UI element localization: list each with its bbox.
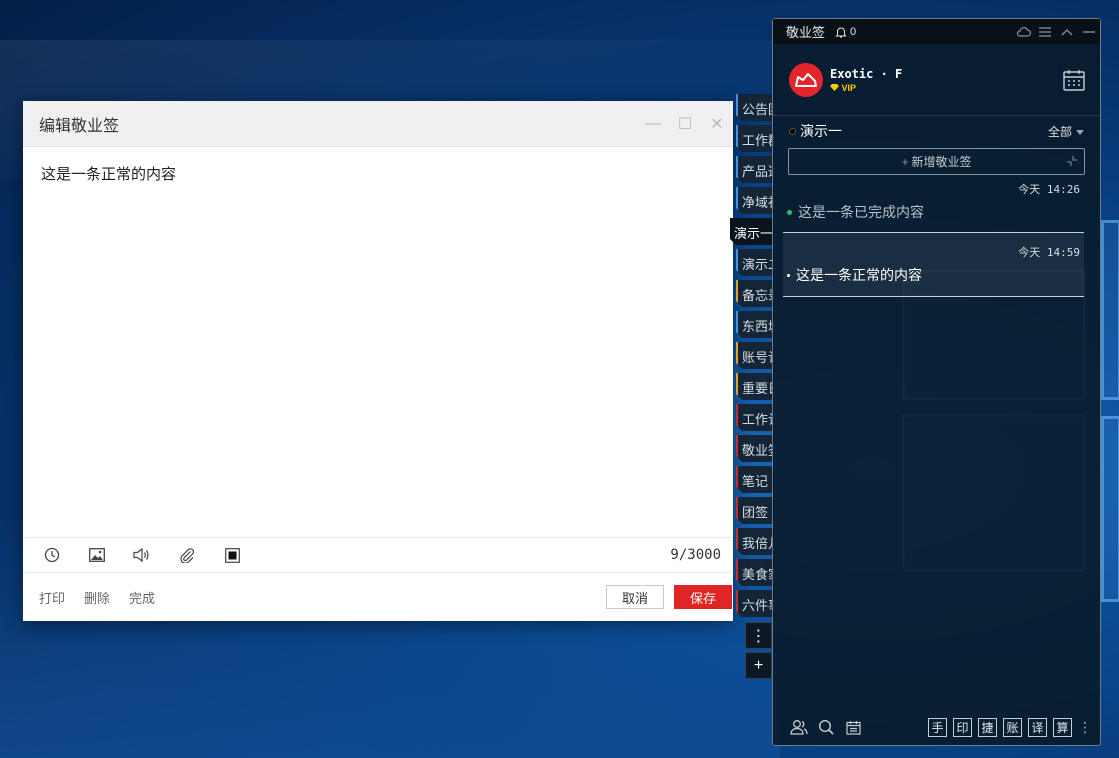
group-name: 演示一 [800, 123, 842, 139]
edit-note-window: 编辑敬业签 — ☐ ✕ 这是一条正常的内容 9/3000 打印 删除 完成 取消… [23, 101, 733, 621]
editor-titlebar[interactable]: 编辑敬业签 — ☐ ✕ [23, 101, 733, 147]
category-tab[interactable]: 演示一 [730, 218, 774, 245]
close-button[interactable]: ✕ [701, 101, 733, 147]
note-text: 这是一条正常的内容 [796, 267, 922, 283]
paperclip-icon[interactable] [176, 544, 198, 566]
add-tab-button[interactable]: + [745, 652, 772, 679]
plus-icon: + [901, 154, 909, 169]
more-tabs-button[interactable]: ⋮ [745, 622, 772, 649]
panel-bottom-toolbar: 手印捷账译算 ⋮ [773, 709, 1100, 745]
character-count: 9/3000 [670, 547, 721, 563]
note-content-editor[interactable]: 这是一条正常的内容 [23, 147, 733, 537]
quick-tool-button[interactable]: 印 [953, 717, 972, 737]
username: Exotic · F [830, 66, 903, 81]
filter-dropdown[interactable]: 全部 [1048, 123, 1084, 140]
category-tab[interactable]: 美食家 [736, 559, 774, 586]
category-tab[interactable]: 团签 [736, 497, 774, 524]
vip-badge: VIP [830, 83, 902, 93]
add-note-button[interactable]: + 新增敬业签 [788, 148, 1085, 175]
note-time: 今天 14:59 [1018, 246, 1080, 259]
calendar-icon[interactable] [1062, 68, 1086, 92]
note-text: 这是一条已完成内容 [798, 204, 924, 220]
diamond-icon [830, 83, 839, 91]
category-tab[interactable]: 东西城 [736, 311, 774, 338]
note-content-text: 这是一条正常的内容 [41, 166, 177, 183]
note-status-dot [787, 273, 790, 277]
app-name: 敬业签 [786, 25, 826, 40]
category-tab[interactable]: 工作记 [736, 404, 774, 431]
quick-tool-button[interactable]: 译 [1028, 717, 1047, 737]
complete-link[interactable]: 完成 [129, 588, 155, 607]
windows-logo-pane [1101, 220, 1119, 400]
category-tab[interactable]: 敬业签 [736, 435, 774, 462]
shrink-icon [1067, 156, 1077, 166]
search-icon[interactable] [816, 717, 836, 737]
image-icon[interactable] [86, 544, 108, 566]
maximize-button[interactable]: ☐ [669, 101, 701, 147]
caret-down-icon [1076, 129, 1084, 135]
category-tab[interactable]: 我倍儿 [736, 528, 774, 555]
editor-toolbar: 9/3000 [23, 537, 733, 573]
quick-tool-button[interactable]: 手 [928, 717, 947, 737]
menu-icon[interactable] [1034, 19, 1056, 44]
category-tab[interactable]: 工作群 [736, 125, 774, 152]
add-note-label: 新增敬业签 [911, 155, 972, 169]
delete-link[interactable]: 删除 [84, 588, 110, 607]
save-button[interactable]: 保存 [674, 585, 732, 609]
category-tab[interactable]: 账号记 [736, 342, 774, 369]
panel-titlebar[interactable]: 敬业签 0 [773, 19, 1100, 44]
cancel-button[interactable]: 取消 [606, 585, 664, 609]
print-link[interactable]: 打印 [39, 588, 65, 607]
contacts-icon[interactable] [789, 717, 809, 737]
editor-footer: 打印 删除 完成 取消 保存 [23, 573, 733, 621]
clock-icon[interactable] [41, 544, 63, 566]
avatar[interactable] [789, 62, 823, 97]
divider [783, 296, 1084, 297]
calendar-small-icon[interactable] [843, 717, 863, 737]
stop-icon[interactable] [221, 544, 243, 566]
windows-logo-pane [1101, 416, 1119, 602]
note-status-dot [787, 209, 792, 215]
cloud-sync-icon[interactable] [1012, 19, 1034, 44]
category-tab[interactable]: 六件事 [736, 590, 774, 617]
minimize-icon[interactable] [1078, 19, 1100, 44]
category-tab[interactable]: 重要日 [736, 373, 774, 400]
quick-tools: 手印捷账译算 [922, 717, 1072, 737]
notes-panel: 敬业签 0 Exotic · F VIP 演示一 全部 + 新增敬业签 今天 1… [772, 18, 1101, 746]
editor-title: 编辑敬业签 [39, 117, 120, 135]
group-color-dot [789, 127, 796, 135]
category-tab[interactable]: 净域社 [736, 187, 774, 214]
speaker-icon[interactable] [131, 544, 153, 566]
collapse-icon[interactable] [1056, 19, 1078, 44]
bell-icon[interactable] [835, 26, 847, 38]
note-time: 今天 14:26 [1018, 183, 1080, 196]
category-tab[interactable]: 公告团 [736, 94, 774, 121]
user-profile: Exotic · F VIP [773, 44, 1100, 116]
quick-tool-button[interactable]: 算 [1053, 717, 1072, 737]
quick-tool-button[interactable]: 捷 [978, 717, 997, 737]
notification-count: 0 [850, 25, 857, 38]
note-item[interactable]: 今天 14:26 这是一条已完成内容 [783, 181, 1084, 222]
category-tab[interactable]: 笔记 [736, 466, 774, 493]
minimize-button[interactable]: — [637, 101, 669, 147]
group-header: 演示一 全部 [773, 116, 1100, 146]
more-icon[interactable]: ⋮ [1078, 719, 1092, 736]
category-tab[interactable]: 演示二 [736, 249, 774, 276]
category-tab[interactable]: 备忘录 [736, 280, 774, 307]
note-item-selected[interactable]: 今天 14:59 这是一条正常的内容 [783, 244, 1084, 285]
quick-tool-button[interactable]: 账 [1003, 717, 1022, 737]
category-tab[interactable]: 产品通 [736, 156, 774, 183]
